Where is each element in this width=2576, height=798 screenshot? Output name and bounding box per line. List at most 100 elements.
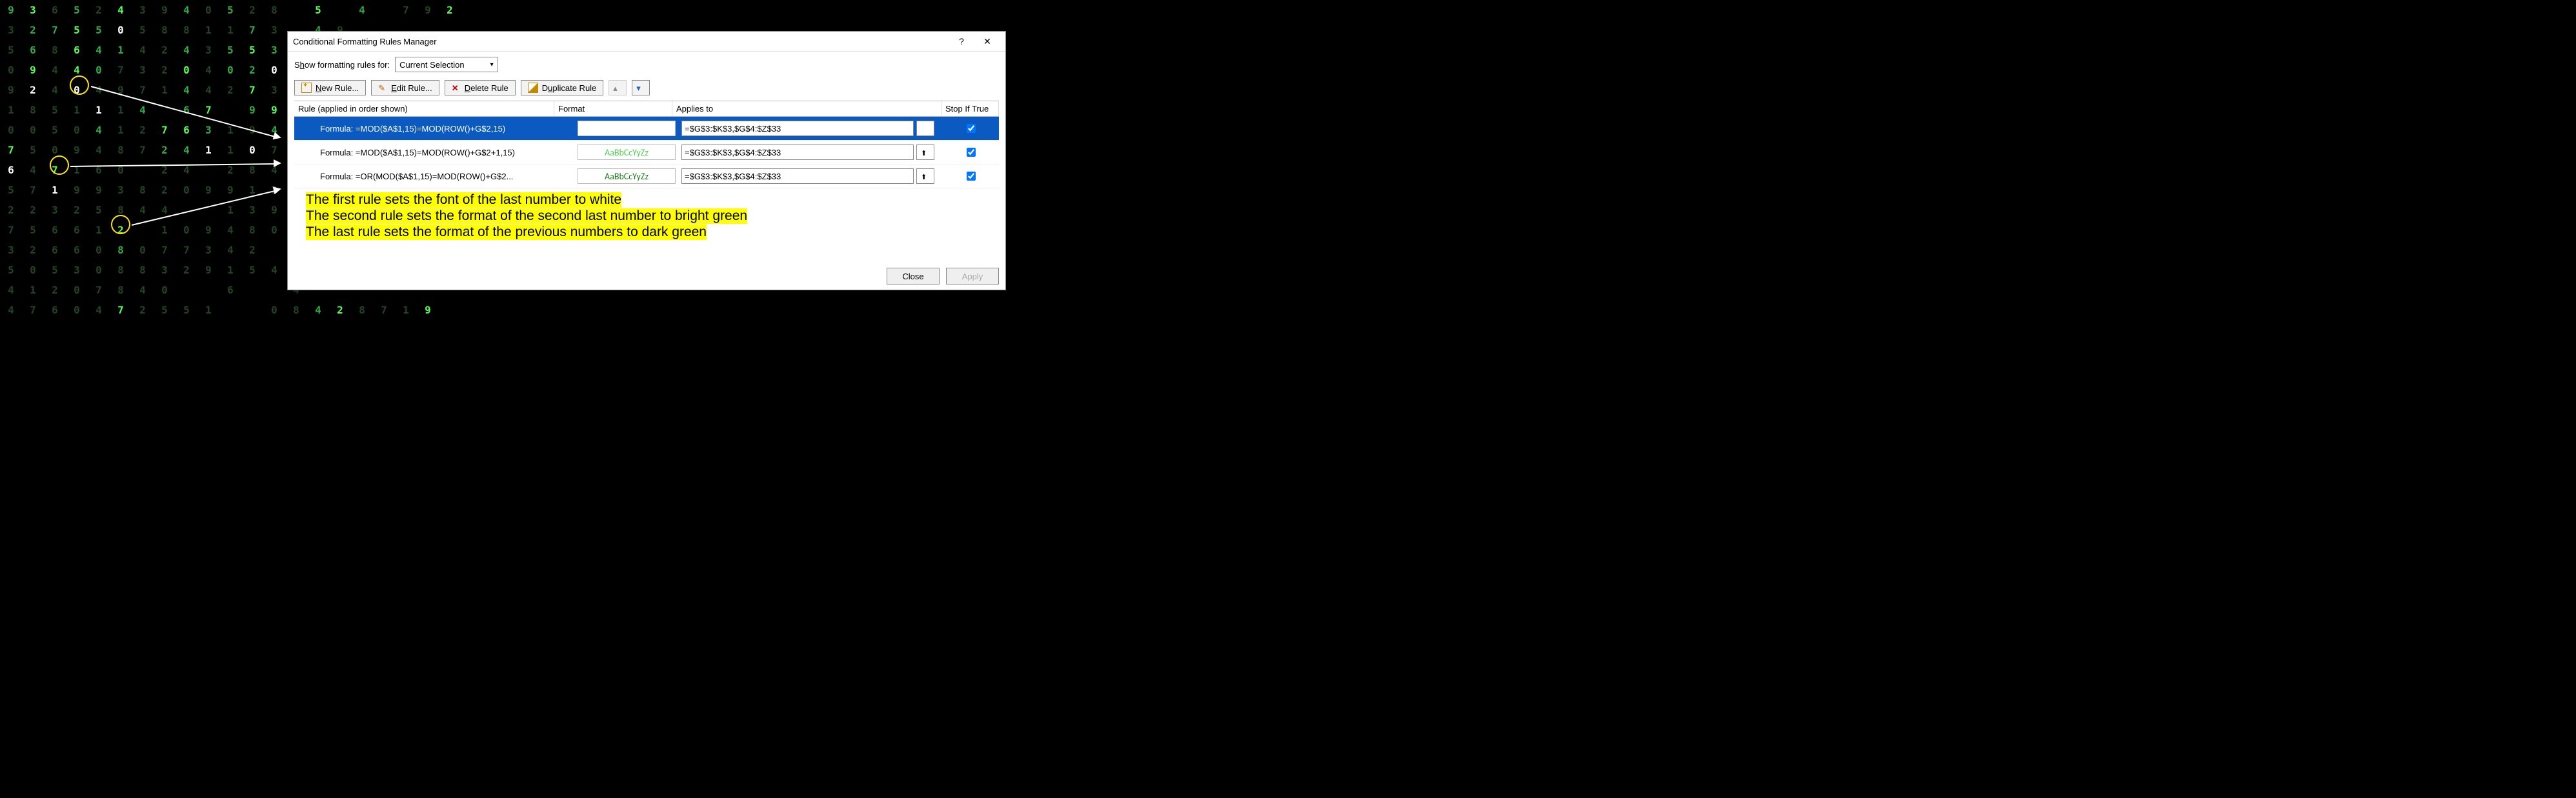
matrix-cell: 7 — [395, 0, 417, 20]
matrix-cell: 2 — [241, 60, 263, 80]
rule-row[interactable]: Formula: =MOD($A$1,15)=MOD(ROW()+G$2+1,1… — [294, 141, 999, 165]
matrix-cell: 8 — [132, 180, 154, 200]
matrix-cell — [373, 0, 395, 20]
matrix-cell: 2 — [219, 80, 241, 100]
matrix-cell: 0 — [263, 220, 285, 240]
matrix-cell: 8 — [132, 260, 154, 280]
matrix-cell — [219, 100, 241, 120]
matrix-cell: 9 — [219, 180, 241, 200]
matrix-cell: 6 — [44, 240, 66, 260]
matrix-cell: 6 — [44, 0, 66, 20]
matrix-cell: 1 — [88, 100, 110, 120]
matrix-cell: 7 — [110, 60, 132, 80]
matrix-cell: 1 — [197, 300, 219, 320]
matrix-cell — [219, 300, 241, 320]
matrix-cell: 4 — [263, 260, 285, 280]
matrix-cell: 0 — [132, 240, 154, 260]
rule-row[interactable]: Formula: =OR(MOD($A$1,15)=MOD(ROW()+G$2.… — [294, 165, 999, 188]
matrix-cell: 8 — [44, 40, 66, 60]
matrix-cell: 2 — [22, 80, 44, 100]
rule-formula: Formula: =OR(MOD($A$1,15)=MOD(ROW()+G$2.… — [294, 172, 572, 181]
matrix-cell: 7 — [132, 140, 154, 160]
matrix-cell: 5 — [66, 0, 88, 20]
range-selector-icon — [921, 172, 930, 181]
dialog-title: Conditional Formatting Rules Manager — [293, 37, 949, 46]
matrix-cell: 0 — [88, 260, 110, 280]
range-selector-button[interactable] — [916, 145, 934, 160]
matrix-cell: 1 — [197, 140, 219, 160]
matrix-cell: 5 — [241, 260, 263, 280]
matrix-cell: 0 — [176, 220, 197, 240]
matrix-cell: 0 — [110, 20, 132, 40]
matrix-cell: 1 — [197, 20, 219, 40]
matrix-cell: 4 — [132, 40, 154, 60]
matrix-cell: 5 — [154, 300, 176, 320]
matrix-cell: 6 — [219, 280, 241, 300]
applies-to-input[interactable] — [681, 121, 914, 136]
matrix-cell: 0 — [241, 140, 263, 160]
range-selector-button[interactable] — [916, 121, 934, 136]
stop-if-true-checkbox[interactable] — [967, 148, 976, 157]
matrix-cell: 1 — [110, 120, 132, 140]
matrix-cell: 6 — [88, 160, 110, 180]
header-applies: Applies to — [672, 101, 941, 116]
matrix-cell: 6 — [66, 240, 88, 260]
matrix-cell: 5 — [0, 260, 22, 280]
matrix-cell: 9 — [66, 140, 88, 160]
close-icon[interactable]: ✕ — [974, 36, 1000, 47]
dialog-close-button[interactable]: Close — [887, 268, 940, 284]
matrix-cell: 3 — [263, 20, 285, 40]
matrix-cell: 9 — [197, 260, 219, 280]
matrix-cell: 1 — [110, 100, 132, 120]
matrix-cell: 5 — [66, 20, 88, 40]
applies-to-input[interactable] — [681, 168, 914, 184]
matrix-cell: 0 — [88, 240, 110, 260]
matrix-cell: 4 — [307, 300, 329, 320]
help-button[interactable]: ? — [949, 36, 974, 46]
matrix-cell: 4 — [351, 0, 373, 20]
matrix-cell: 2 — [0, 200, 22, 220]
move-down-button[interactable] — [632, 80, 650, 95]
matrix-cell: 1 — [66, 160, 88, 180]
range-selector-button[interactable] — [916, 168, 934, 184]
matrix-cell: 8 — [241, 220, 263, 240]
highlight-circle — [111, 215, 130, 234]
stop-if-true-checkbox[interactable] — [967, 172, 976, 181]
matrix-cell: 5 — [132, 20, 154, 40]
matrix-cell — [241, 280, 263, 300]
rules-grid-header: Rule (applied in order shown) Format App… — [294, 101, 999, 117]
matrix-cell: 1 — [22, 280, 44, 300]
rule-format-preview: AaBbCcYyZz — [578, 168, 676, 184]
new-rule-button[interactable]: New Rule... — [294, 80, 366, 95]
matrix-cell — [241, 300, 263, 320]
matrix-cell: 2 — [176, 260, 197, 280]
matrix-cell — [439, 300, 461, 320]
delete-rule-button[interactable]: Delete Rule — [445, 80, 516, 95]
matrix-cell: 3 — [241, 200, 263, 220]
duplicate-rule-button[interactable]: Duplicate Rule — [521, 80, 604, 95]
rule-row[interactable]: Formula: =MOD($A$1,15)=MOD(ROW()+G$2,15) — [294, 117, 999, 141]
matrix-cell: 4 — [88, 120, 110, 140]
dialog-titlebar[interactable]: Conditional Formatting Rules Manager ? ✕ — [288, 32, 1005, 52]
matrix-cell — [285, 0, 307, 20]
matrix-cell: 3 — [263, 80, 285, 100]
edit-rule-button[interactable]: Edit Rule... — [371, 80, 439, 95]
show-rules-for-dropdown[interactable]: Current Selection ▾ — [395, 57, 498, 72]
matrix-cell: 7 — [154, 120, 176, 140]
matrix-cell: 9 — [0, 0, 22, 20]
matrix-cell: 7 — [176, 240, 197, 260]
matrix-cell — [197, 200, 219, 220]
matrix-cell: 5 — [0, 180, 22, 200]
matrix-cell: 5 — [88, 200, 110, 220]
matrix-cell: 9 — [197, 220, 219, 240]
matrix-cell: 8 — [22, 100, 44, 120]
matrix-cell: 5 — [241, 40, 263, 60]
matrix-cell: 8 — [110, 280, 132, 300]
matrix-cell: 8 — [263, 0, 285, 20]
matrix-cell: 7 — [88, 280, 110, 300]
matrix-cell: 4 — [132, 200, 154, 220]
matrix-cell: 3 — [197, 120, 219, 140]
stop-if-true-checkbox[interactable] — [967, 124, 976, 133]
applies-to-input[interactable] — [681, 145, 914, 160]
edit-rule-icon — [378, 83, 387, 92]
